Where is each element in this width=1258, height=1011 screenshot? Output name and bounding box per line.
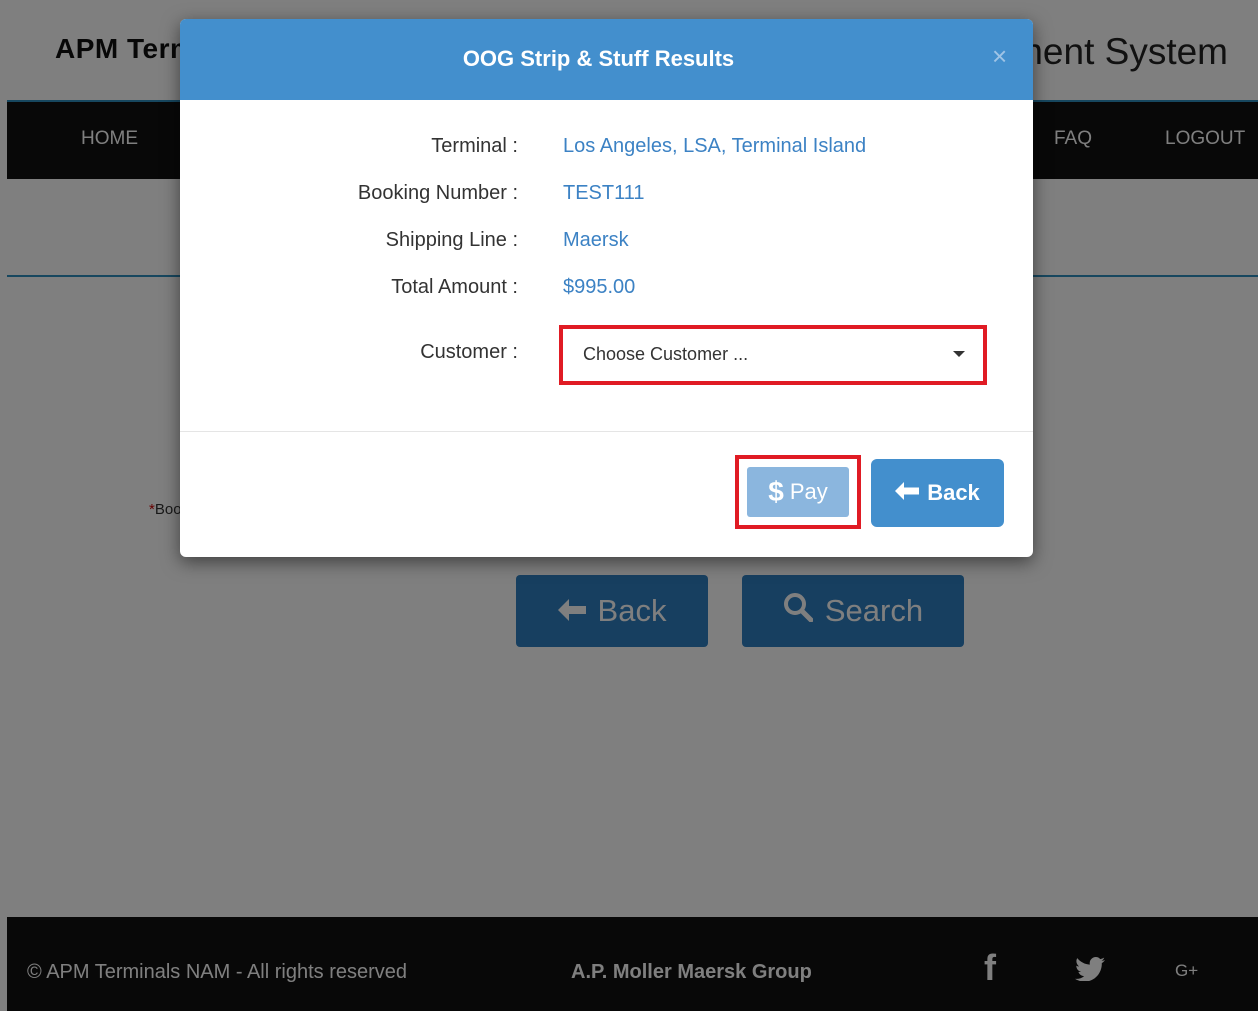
oog-results-modal: OOG Strip & Stuff Results × Terminal : L… [180, 19, 1033, 557]
caret-down-icon [953, 351, 965, 357]
modal-back-button[interactable]: Back [871, 459, 1004, 527]
booking-number-label: Booking Number : [357, 182, 518, 204]
shipping-line-label: Shipping Line : [385, 229, 518, 251]
booking-number-value: TEST111 [563, 182, 645, 204]
pay-highlight: $ Pay [735, 455, 861, 529]
customer-select-value: Choose Customer ... [583, 344, 749, 364]
pay-label: Pay [789, 479, 828, 504]
pay-button[interactable]: $ Pay [747, 467, 849, 517]
customer-label: Customer : [420, 341, 518, 363]
modal-title: OOG Strip & Stuff Results [462, 46, 735, 71]
terminal-label: Terminal : [431, 135, 518, 157]
close-icon[interactable]: × [992, 41, 1007, 72]
dollar-icon: $ [768, 476, 784, 507]
modal-header: OOG Strip & Stuff Results × [180, 19, 1033, 100]
customer-select[interactable]: Choose Customer ... [559, 325, 987, 385]
arrow-left-icon [895, 480, 920, 506]
shipping-line-value: Maersk [563, 229, 629, 251]
modal-footer-divider [180, 431, 1033, 432]
total-amount-label: Total Amount : [391, 276, 518, 298]
terminal-value: Los Angeles, LSA, Terminal Island [563, 135, 867, 157]
modal-back-label: Back [927, 480, 980, 505]
total-amount-value: $995.00 [563, 276, 636, 298]
